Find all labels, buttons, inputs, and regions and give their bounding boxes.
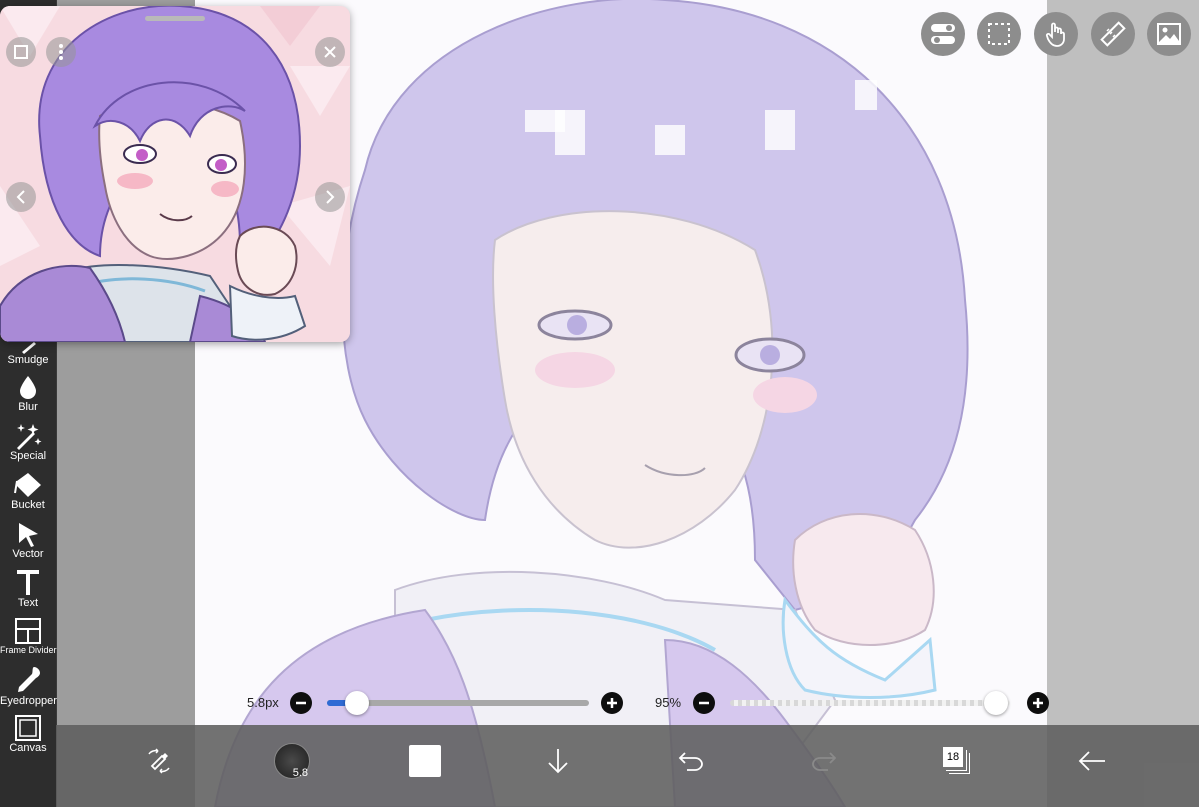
opacity-slider[interactable] <box>730 691 1010 715</box>
tool-label: Special <box>9 450 47 462</box>
redo-icon <box>812 752 837 771</box>
magic-wand-icon <box>17 424 42 450</box>
minus-icon <box>699 701 709 705</box>
opacity-decrease-button[interactable] <box>693 692 715 714</box>
tool-vector[interactable]: Vector <box>0 520 56 560</box>
ruler-button[interactable] <box>1091 12 1135 56</box>
reference-next-button[interactable] <box>315 182 345 212</box>
tool-label: Eyedropper <box>0 695 57 707</box>
brush-size-value: 5.8px <box>247 695 279 710</box>
arrow-down-icon <box>548 749 568 774</box>
vector-arrow-icon <box>19 523 38 547</box>
opacity-increase-button[interactable] <box>1027 692 1049 714</box>
frame-square-icon <box>14 45 28 59</box>
gesture-hand-icon <box>1045 22 1065 47</box>
reference-fit-button[interactable] <box>6 37 36 67</box>
minus-icon <box>296 701 306 705</box>
plus-icon <box>1033 698 1043 708</box>
image-icon <box>1157 23 1181 45</box>
reference-drag-handle[interactable] <box>145 16 205 21</box>
layers-button[interactable]: 18 <box>935 739 979 783</box>
gesture-button[interactable] <box>1034 12 1078 56</box>
tool-canvas[interactable]: Canvas <box>0 714 56 754</box>
arrow-left-icon <box>1078 751 1105 771</box>
opacity-slider-thumb[interactable] <box>984 691 1008 715</box>
tool-frame-divider[interactable]: Frame Divider <box>0 617 57 655</box>
layers-icon: 18 <box>943 747 971 775</box>
eyedropper-icon <box>18 667 40 692</box>
tool-label: Frame Divider <box>0 645 57 655</box>
color-button[interactable] <box>403 739 447 783</box>
blur-drop-icon <box>20 376 36 399</box>
text-t-icon <box>17 570 39 595</box>
brush-size-slider[interactable] <box>327 691 589 715</box>
selection-button[interactable] <box>977 12 1021 56</box>
opacity-value: 95% <box>655 695 682 710</box>
quick-tool-button[interactable] <box>137 739 181 783</box>
current-color-swatch <box>409 745 441 777</box>
tool-text[interactable]: Text <box>0 567 56 609</box>
tool-label: Bucket <box>11 499 45 511</box>
layer-count: 18 <box>943 747 963 767</box>
tool-bucket[interactable]: Bucket <box>0 471 56 511</box>
brush-preview-icon: 5.8 <box>274 743 310 779</box>
ruler-icon <box>1100 21 1126 47</box>
back-button[interactable] <box>1070 739 1114 783</box>
undo-icon <box>678 752 703 771</box>
undo-button[interactable] <box>669 739 713 783</box>
more-vertical-icon <box>59 44 63 60</box>
brush-size-button[interactable]: 5.8 <box>270 739 314 783</box>
reference-menu-button[interactable] <box>46 37 76 67</box>
bucket-icon <box>14 473 41 497</box>
brush-size-increase-button[interactable] <box>601 692 623 714</box>
brush-eraser-swap-icon <box>148 748 170 774</box>
selection-icon <box>988 23 1010 45</box>
reference-prev-button[interactable] <box>6 182 36 212</box>
tool-label: Canvas <box>9 742 47 754</box>
tool-smudge[interactable]: Smudge <box>0 340 56 366</box>
close-icon <box>324 46 336 58</box>
tool-label: Text <box>17 597 39 609</box>
toggle-icon <box>931 24 955 44</box>
workspace-right-margin <box>1047 0 1199 807</box>
brush-size-badge: 5.8 <box>292 767 308 779</box>
smudge-icon <box>22 342 36 354</box>
tool-eyedropper[interactable]: Eyedropper <box>0 665 57 707</box>
tool-label: Smudge <box>7 354 49 366</box>
brush-size-decrease-button[interactable] <box>290 692 312 714</box>
tool-special[interactable]: Special <box>0 422 56 462</box>
chevron-right-icon <box>326 190 335 204</box>
layer-toggle-button[interactable] <box>921 12 965 56</box>
frame-divider-icon <box>15 618 41 644</box>
save-down-button[interactable] <box>536 739 580 783</box>
tool-label: Vector <box>12 548 44 560</box>
chevron-left-icon <box>16 190 25 204</box>
canvas-icon <box>15 715 41 741</box>
redo-button[interactable] <box>802 739 846 783</box>
bottom-toolbar: 5.8 18 <box>56 725 1199 807</box>
reference-window[interactable] <box>0 6 350 342</box>
image-button[interactable] <box>1147 12 1191 56</box>
plus-icon <box>607 698 617 708</box>
reference-close-button[interactable] <box>315 37 345 67</box>
tool-blur[interactable]: Blur <box>0 373 56 413</box>
tool-label: Blur <box>18 401 38 413</box>
